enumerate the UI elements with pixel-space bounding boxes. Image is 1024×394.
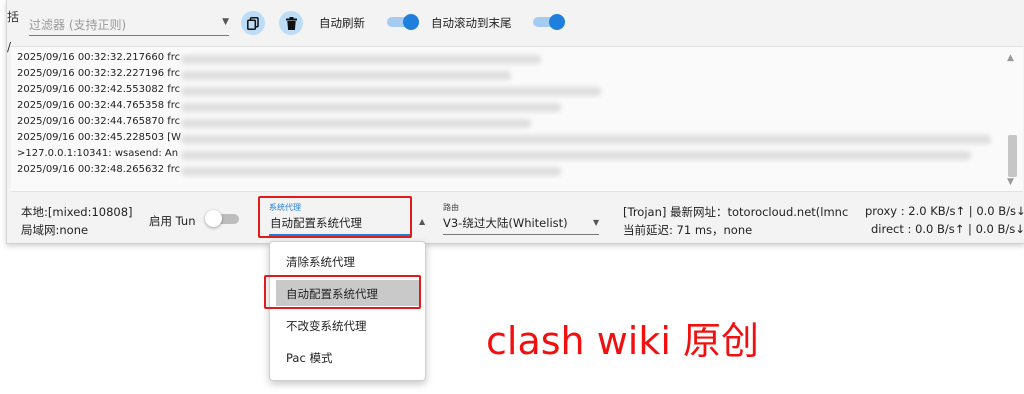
log-line: >127.0.0.1:10341: wsasend: An [17,148,179,159]
redacted-text [181,151,971,160]
log-line: 2025/09/16 00:32:44.765870 frc [17,116,181,127]
redacted-text [181,103,561,112]
filter-field[interactable]: ▼ [29,14,229,36]
auto-refresh-label: 自动刷新 [319,16,365,30]
tun-label: 启用 Tun [149,214,196,228]
routing-select[interactable]: V3-绕过大陆(Whitelist) [443,215,568,231]
latency-text: 当前延迟: 71 ms，none [623,223,753,237]
redacted-text [181,135,991,144]
toggle-knob [403,14,419,30]
log-toolbar: ▼ 自动刷新 自动滚动到末尾 [7,0,1024,46]
chevron-up-icon[interactable]: ▲ [419,217,425,226]
log-line: 2025/09/16 00:32:42.553082 frc [17,84,181,95]
scroll-down-icon[interactable]: ▼ [1007,177,1014,187]
redacted-text [181,55,541,64]
status-bar: 本地:[mixed:10808] 局域网:none 启用 Tun 系统代理 自动… [7,192,1024,242]
log-line: 2025/09/16 00:32:44.765358 frc [17,100,181,111]
log-line: 2025/09/16 00:32:32.227196 frc [17,68,181,79]
redacted-text [181,167,561,176]
redacted-text [181,119,531,128]
watermark-text: clash wiki 原创 [486,319,759,363]
proxy-speed-text: proxy : 2.0 KB/s↑ | 0.0 B/s↓ [865,204,1024,218]
tun-toggle[interactable] [205,210,239,227]
lan-text: 局域网:none [21,223,89,237]
log-scrollbar[interactable]: ▲ ▼ [1005,51,1019,189]
scroll-up-icon[interactable]: ▲ [1007,53,1014,63]
copy-icon [247,16,259,30]
system-proxy-dropdown: 清除系统代理 自动配置系统代理 不改变系统代理 Pac 模式 [269,241,426,381]
screenshot-root: 括 / ▼ 自动刷新 [0,0,1024,394]
toggle-knob [549,14,565,30]
scroll-thumb[interactable] [1008,135,1017,177]
auto-scroll-toggle[interactable] [533,14,565,30]
log-panel[interactable]: 2025/09/16 00:32:32.217660 frc 2025/09/1… [11,46,1023,192]
redacted-text [181,87,601,96]
clear-log-button[interactable] [279,11,303,35]
redacted-text [181,71,511,80]
menu-item-pac-mode[interactable]: Pac 模式 [276,344,421,370]
chevron-down-icon[interactable]: ▼ [593,218,599,227]
log-line: 2025/09/16 00:32:32.217660 frc [17,52,181,63]
copy-log-button[interactable] [241,11,265,35]
local-port-text: 本地:[mixed:10808] [21,205,133,219]
highlight-box [258,196,412,238]
v2rayn-window: 括 / ▼ 自动刷新 [6,0,1024,244]
trash-icon [285,16,297,30]
auto-refresh-toggle[interactable] [387,14,419,30]
direct-speed-text: direct : 0.0 B/s↑ | 0.0 B/s↓ [871,222,1024,236]
auto-scroll-label: 自动滚动到末尾 [431,16,512,30]
menu-item-keep-proxy[interactable]: 不改变系统代理 [276,312,421,338]
routing-underline [443,234,599,235]
chevron-down-icon[interactable]: ▼ [222,17,229,27]
filter-input[interactable] [29,16,209,32]
highlight-box [264,275,421,309]
menu-item-clear-proxy[interactable]: 清除系统代理 [276,248,421,274]
routing-caption: 路由 [443,203,459,212]
log-line: 2025/09/16 00:32:48.265632 frc [17,164,181,175]
toggle-knob [205,210,222,227]
server-info-text: [Trojan] 最新网址：totorocloud.net(lmnc [623,205,849,219]
log-line: 2025/09/16 00:32:45.228503 [W [17,132,182,143]
